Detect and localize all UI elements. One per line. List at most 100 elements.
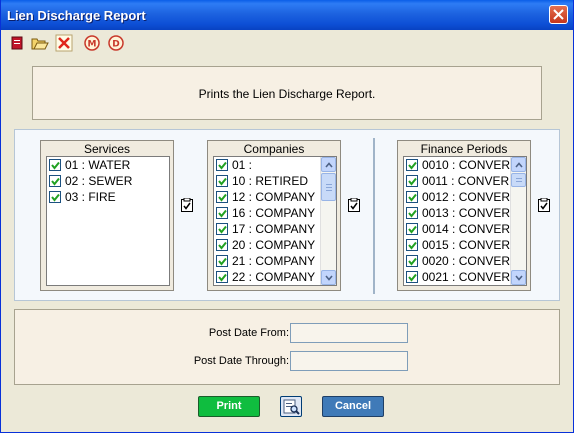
list-item[interactable]: 02 : SEWER [47, 173, 169, 189]
list-item-label: 12 : COMPANY [232, 190, 316, 204]
services-header: Services [83, 142, 130, 156]
checkbox[interactable] [216, 207, 228, 219]
checkbox[interactable] [49, 191, 61, 203]
chevron-down-icon [515, 275, 523, 281]
report-dialog: Lien Discharge Report M D Prints the Lie… [0, 0, 574, 433]
checkbox[interactable] [406, 239, 418, 251]
list-item-label: 0020 : CONVER [422, 254, 511, 268]
checkbox[interactable] [216, 239, 228, 251]
scroll-up-button[interactable] [321, 157, 336, 172]
scroll-up-button[interactable] [511, 157, 526, 172]
close-icon [553, 9, 564, 20]
finance-periods-check-all-icon[interactable] [538, 197, 550, 212]
list-item[interactable]: 0014 : CONVER [404, 221, 526, 237]
list-item[interactable]: 0012 : CONVER [404, 189, 526, 205]
print-button[interactable]: Print [198, 396, 260, 417]
list-item[interactable]: 20 : COMPANY [214, 237, 336, 253]
list-item[interactable]: 0021 : CONVER [404, 269, 526, 285]
title-bar[interactable]: Lien Discharge Report [1, 0, 573, 30]
close-button[interactable] [549, 5, 568, 24]
check-icon [218, 177, 227, 186]
list-item[interactable]: 03 : FIRE [47, 189, 169, 205]
companies-scrollbar[interactable] [320, 157, 336, 285]
check-icon [408, 177, 417, 186]
check-icon [218, 193, 227, 202]
finance-periods-list: 0010 : CONVER 0011 : CONVER 0012 : CONVE… [403, 156, 527, 286]
check-icon [408, 257, 417, 266]
post-date-through-input[interactable] [290, 351, 408, 371]
checkbox[interactable] [216, 191, 228, 203]
list-item[interactable]: 01 : WATER [47, 157, 169, 173]
list-item[interactable]: 0011 : CONVER [404, 173, 526, 189]
list-item[interactable]: 0010 : CONVER [404, 157, 526, 173]
list-item-label: 16 : COMPANY [232, 206, 316, 220]
check-icon [51, 161, 60, 170]
scroll-thumb[interactable] [511, 173, 526, 187]
list-item[interactable]: 0020 : CONVER [404, 253, 526, 269]
list-item[interactable]: 16 : COMPANY [214, 205, 336, 221]
post-date-through-label: Post Date Through: [193, 355, 289, 367]
checkbox[interactable] [406, 159, 418, 171]
post-date-from-input[interactable] [290, 323, 408, 343]
scroll-thumb[interactable] [321, 173, 336, 201]
list-item[interactable]: 21 : COMPANY [214, 253, 336, 269]
list-item[interactable]: 0013 : CONVER [404, 205, 526, 221]
finance-periods-group: Finance Periods 0010 : CONVER 0011 : CON… [397, 140, 531, 291]
print-preview-icon [283, 399, 300, 415]
checkbox[interactable] [216, 223, 228, 235]
check-icon [218, 273, 227, 282]
check-icon [408, 241, 417, 250]
list-item-label: 0013 : CONVER [422, 206, 511, 220]
print-preview-button[interactable] [280, 396, 302, 417]
list-item[interactable]: 10 : RETIRED [214, 173, 336, 189]
checkbox[interactable] [216, 159, 228, 171]
list-item-label: 22 : COMPANY [232, 270, 316, 284]
finance-periods-scrollbar[interactable] [510, 157, 526, 285]
selection-lists-panel: Services 01 : WATER 02 : SEWER 03 : FIRE [14, 129, 560, 301]
cancel-button[interactable]: Cancel [322, 396, 384, 417]
check-icon [408, 161, 417, 170]
check-icon [51, 177, 60, 186]
checkbox[interactable] [49, 159, 61, 171]
checkbox[interactable] [406, 271, 418, 283]
checkbox[interactable] [406, 255, 418, 267]
scroll-down-button[interactable] [321, 270, 336, 285]
checkbox[interactable] [406, 207, 418, 219]
list-item-label: 10 : RETIRED [232, 174, 309, 188]
post-date-from-label: Post Date From: [208, 327, 289, 339]
list-item[interactable]: 0015 : CONVER [404, 237, 526, 253]
list-item-label: 17 : COMPANY [232, 222, 316, 236]
services-check-all-icon[interactable] [181, 197, 193, 212]
check-icon [408, 273, 417, 282]
checkbox[interactable] [406, 175, 418, 187]
checkbox[interactable] [406, 191, 418, 203]
scroll-down-button[interactable] [511, 270, 526, 285]
check-icon [408, 209, 417, 218]
services-group: Services 01 : WATER 02 : SEWER 03 : FIRE [40, 140, 174, 291]
m-circle-icon[interactable]: M [83, 34, 101, 52]
checkbox[interactable] [216, 255, 228, 267]
d-circle-icon[interactable]: D [107, 34, 125, 52]
list-item[interactable]: 17 : COMPANY [214, 221, 336, 237]
list-item-label: 0021 : CONVER [422, 270, 511, 284]
list-item[interactable]: 22 : COMPANY [214, 269, 336, 285]
checkbox[interactable] [216, 271, 228, 283]
list-item-label: 20 : COMPANY [232, 238, 316, 252]
window-title: Lien Discharge Report [7, 8, 146, 23]
list-item-label: 21 : COMPANY [232, 254, 316, 268]
print-icon[interactable] [8, 34, 26, 52]
list-item-label: 03 : FIRE [65, 190, 116, 204]
services-list: 01 : WATER 02 : SEWER 03 : FIRE [46, 156, 170, 286]
checkbox[interactable] [216, 175, 228, 187]
checkbox[interactable] [406, 223, 418, 235]
list-item[interactable]: 01 : [214, 157, 336, 173]
list-item[interactable]: 12 : COMPANY [214, 189, 336, 205]
companies-check-all-icon[interactable] [348, 197, 360, 212]
svg-text:D: D [112, 40, 119, 50]
check-icon [218, 257, 227, 266]
check-icon [218, 225, 227, 234]
panel-divider [373, 138, 375, 294]
open-folder-icon[interactable] [31, 34, 49, 52]
checkbox[interactable] [49, 175, 61, 187]
delete-x-icon[interactable] [55, 34, 73, 52]
